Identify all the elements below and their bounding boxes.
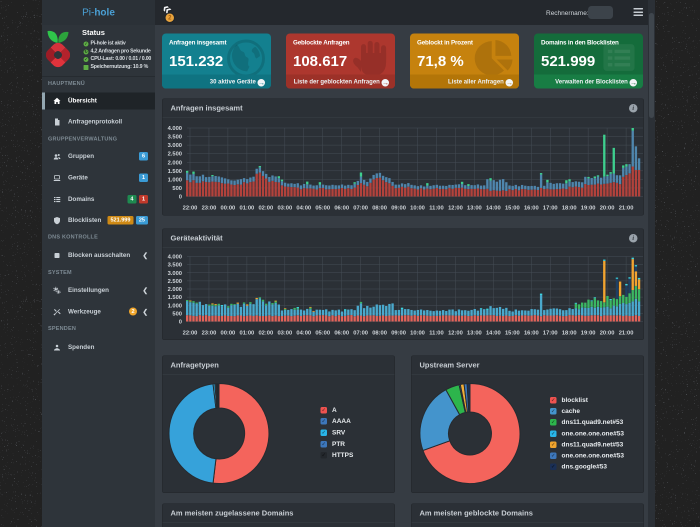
svg-text:16:00: 16:00 xyxy=(524,206,539,212)
svg-text:05:00: 05:00 xyxy=(315,206,330,212)
svg-text:13:00: 13:00 xyxy=(467,331,482,337)
svg-text:06:00: 06:00 xyxy=(334,331,349,337)
svg-text:21:00: 21:00 xyxy=(619,206,634,212)
svg-text:16:00: 16:00 xyxy=(524,331,539,337)
svg-text:2.500: 2.500 xyxy=(168,279,182,285)
svg-text:3.500: 3.500 xyxy=(168,135,182,141)
svg-text:19:00: 19:00 xyxy=(581,206,596,212)
svg-text:1.000: 1.000 xyxy=(168,303,182,309)
svg-text:05:00: 05:00 xyxy=(315,331,330,337)
svg-text:500: 500 xyxy=(172,311,182,317)
svg-text:1.500: 1.500 xyxy=(168,169,182,175)
svg-text:18:00: 18:00 xyxy=(562,206,577,212)
svg-text:12:00: 12:00 xyxy=(448,206,463,212)
svg-text:08:00: 08:00 xyxy=(372,206,387,212)
svg-text:07:00: 07:00 xyxy=(353,331,368,337)
svg-text:15:00: 15:00 xyxy=(505,331,520,337)
svg-text:23:00: 23:00 xyxy=(202,331,217,337)
svg-text:17:00: 17:00 xyxy=(543,331,558,337)
svg-text:14:00: 14:00 xyxy=(486,206,501,212)
svg-text:00:00: 00:00 xyxy=(221,206,236,212)
svg-text:2.000: 2.000 xyxy=(168,160,182,166)
svg-text:500: 500 xyxy=(172,186,182,192)
svg-text:09:00: 09:00 xyxy=(391,206,406,212)
svg-text:01:00: 01:00 xyxy=(240,206,255,212)
svg-text:11:00: 11:00 xyxy=(429,331,443,337)
svg-text:21:00: 21:00 xyxy=(619,331,634,337)
svg-text:09:00: 09:00 xyxy=(391,331,406,337)
svg-text:04:00: 04:00 xyxy=(296,331,311,337)
svg-text:2.500: 2.500 xyxy=(168,152,182,158)
svg-text:18:00: 18:00 xyxy=(562,331,577,337)
svg-text:1.000: 1.000 xyxy=(168,177,182,183)
svg-text:11:00: 11:00 xyxy=(429,206,443,212)
svg-text:06:00: 06:00 xyxy=(334,206,349,212)
svg-text:07:00: 07:00 xyxy=(353,206,368,212)
svg-text:0: 0 xyxy=(179,195,182,201)
svg-text:03:00: 03:00 xyxy=(277,206,292,212)
svg-text:04:00: 04:00 xyxy=(296,206,311,212)
svg-text:3.500: 3.500 xyxy=(168,263,182,269)
svg-text:10:00: 10:00 xyxy=(410,331,425,337)
svg-text:4.000: 4.000 xyxy=(168,126,182,132)
svg-text:08:00: 08:00 xyxy=(372,331,387,337)
svg-text:20:00: 20:00 xyxy=(600,206,615,212)
svg-text:2.000: 2.000 xyxy=(168,287,182,293)
svg-text:1.500: 1.500 xyxy=(168,295,182,301)
svg-text:20:00: 20:00 xyxy=(600,331,615,337)
svg-text:3.000: 3.000 xyxy=(168,271,182,277)
svg-text:02:00: 02:00 xyxy=(258,206,273,212)
svg-text:17:00: 17:00 xyxy=(543,206,558,212)
svg-text:19:00: 19:00 xyxy=(581,331,596,337)
svg-text:03:00: 03:00 xyxy=(277,331,292,337)
svg-text:14:00: 14:00 xyxy=(486,331,501,337)
svg-text:02:00: 02:00 xyxy=(258,331,273,337)
svg-text:22:00: 22:00 xyxy=(183,331,198,337)
svg-text:0: 0 xyxy=(179,320,182,326)
svg-text:10:00: 10:00 xyxy=(410,206,425,212)
svg-text:4.000: 4.000 xyxy=(168,255,182,261)
svg-text:15:00: 15:00 xyxy=(505,206,520,212)
svg-text:01:00: 01:00 xyxy=(240,331,255,337)
svg-text:3.000: 3.000 xyxy=(168,143,182,149)
svg-text:12:00: 12:00 xyxy=(448,331,463,337)
svg-text:00:00: 00:00 xyxy=(221,331,236,337)
svg-text:13:00: 13:00 xyxy=(467,206,482,212)
svg-text:22:00: 22:00 xyxy=(183,206,198,212)
svg-text:23:00: 23:00 xyxy=(202,206,217,212)
